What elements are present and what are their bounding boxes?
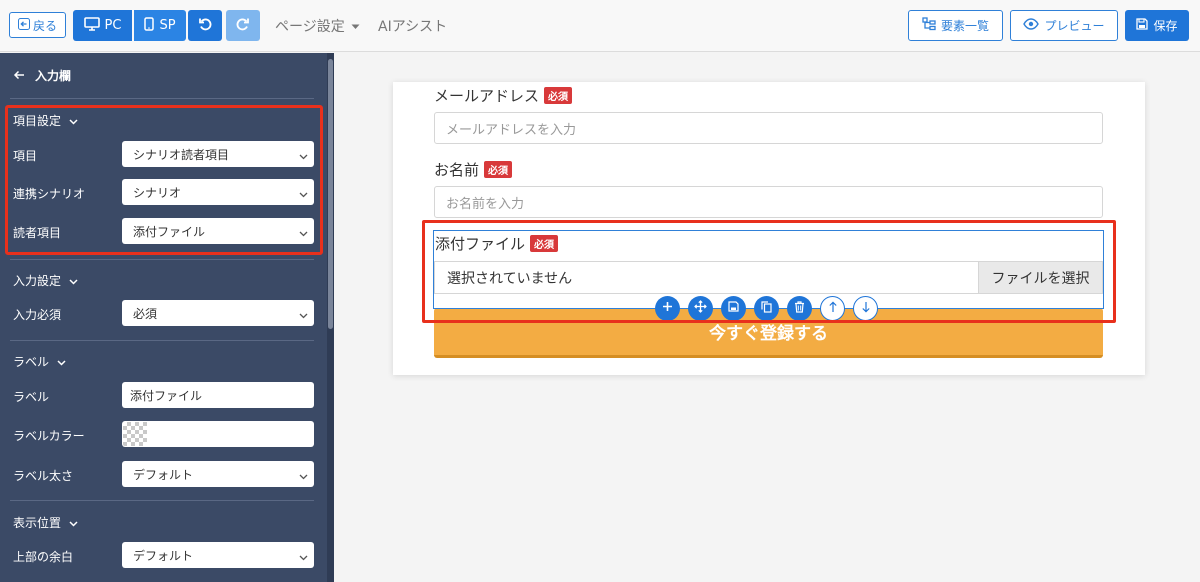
name-input[interactable]: お名前を入力 (434, 186, 1103, 218)
sp-view-button[interactable]: SP (134, 10, 186, 41)
chevron-down-icon (299, 308, 308, 322)
caret-down-icon (351, 18, 360, 34)
section-label-label: ラベル (13, 355, 50, 369)
divider (10, 98, 314, 99)
section-label[interactable]: ラベル (13, 353, 66, 370)
element-list-button[interactable]: 要素一覧 (908, 10, 1003, 41)
eye-icon (1023, 18, 1040, 33)
top-margin-select[interactable]: デフォルト (122, 542, 314, 568)
arrow-left-icon (13, 69, 25, 83)
page-settings-label: ページ設定 (275, 19, 345, 35)
divider (10, 340, 314, 341)
label-weight-select[interactable]: デフォルト (122, 461, 314, 487)
section-position-label: 表示位置 (13, 516, 62, 530)
save-button[interactable]: 保存 (1125, 10, 1189, 41)
required-label: 入力必須 (13, 308, 62, 322)
scrollbar-thumb[interactable] (328, 59, 333, 329)
section-input-settings[interactable]: 入力設定 (13, 272, 78, 289)
required-badge: 必須 (484, 161, 513, 178)
highlight-box (422, 220, 1116, 323)
page-settings-menu[interactable]: ページ設定 (275, 16, 360, 36)
top-margin-select-value: デフォルト (133, 548, 194, 563)
back-button[interactable]: 戻る (9, 12, 66, 38)
preview-button[interactable]: プレビュー (1010, 10, 1118, 41)
top-margin-label: 上部の余白 (13, 550, 74, 564)
arrow-left-icon (17, 17, 30, 33)
section-input-settings-label: 入力設定 (13, 274, 62, 288)
device-toggle: PC SP (73, 10, 186, 41)
redo-button[interactable] (226, 10, 260, 41)
sitemap-icon (922, 17, 936, 34)
chevron-down-icon (69, 274, 78, 288)
required-select-value: 必須 (133, 306, 158, 321)
divider (10, 259, 314, 260)
sidebar-title-label: 入力欄 (35, 69, 72, 83)
smartphone-icon (144, 16, 155, 35)
undo-icon (198, 17, 212, 35)
sidebar-scrollbar[interactable] (327, 53, 334, 582)
section-position[interactable]: 表示位置 (13, 514, 78, 531)
sp-label: SP (159, 18, 176, 33)
label-color-input[interactable] (122, 421, 314, 447)
highlight-box (5, 105, 323, 255)
pc-label: PC (104, 18, 122, 33)
back-button-label: 戻る (32, 18, 57, 33)
email-label-text: メールアドレス (434, 87, 540, 105)
chevron-down-icon (299, 550, 308, 564)
pc-view-button[interactable]: PC (73, 10, 132, 41)
label-weight-select-value: デフォルト (133, 467, 194, 482)
top-toolbar: 戻る PC SP ページ設定 AIアシスト 要素一覧 プレビュー 保存 (0, 0, 1200, 52)
undo-button[interactable] (188, 10, 222, 41)
label-weight-label: ラベル太さ (13, 469, 74, 483)
chevron-down-icon (57, 355, 66, 369)
name-field-label: お名前 必須 (434, 159, 513, 180)
label-text-label: ラベル (13, 390, 50, 404)
chevron-down-icon (299, 469, 308, 483)
color-swatch[interactable] (123, 422, 147, 446)
email-field-label: メールアドレス 必須 (434, 85, 573, 106)
name-label-text: お名前 (434, 161, 480, 179)
chevron-down-icon (69, 516, 78, 530)
email-input[interactable]: メールアドレスを入力 (434, 112, 1103, 144)
divider (10, 500, 314, 501)
settings-sidebar: 入力欄 項目設定 項目 シナリオ読者項目 連携シナリオ シナリオ 読者項目 添付… (0, 53, 334, 582)
preview-label: プレビュー (1044, 19, 1105, 33)
element-list-label: 要素一覧 (940, 19, 989, 33)
sidebar-title[interactable]: 入力欄 (13, 67, 71, 84)
label-text-input[interactable]: 添付ファイル (122, 382, 314, 408)
floppy-disk-icon (1136, 18, 1149, 33)
required-badge: 必須 (544, 87, 573, 104)
monitor-icon (83, 16, 100, 35)
save-label: 保存 (1153, 19, 1178, 33)
label-color-label: ラベルカラー (13, 429, 85, 443)
required-select[interactable]: 必須 (122, 300, 314, 326)
ai-assist-menu[interactable]: AIアシスト (378, 16, 447, 36)
redo-icon (236, 17, 250, 35)
